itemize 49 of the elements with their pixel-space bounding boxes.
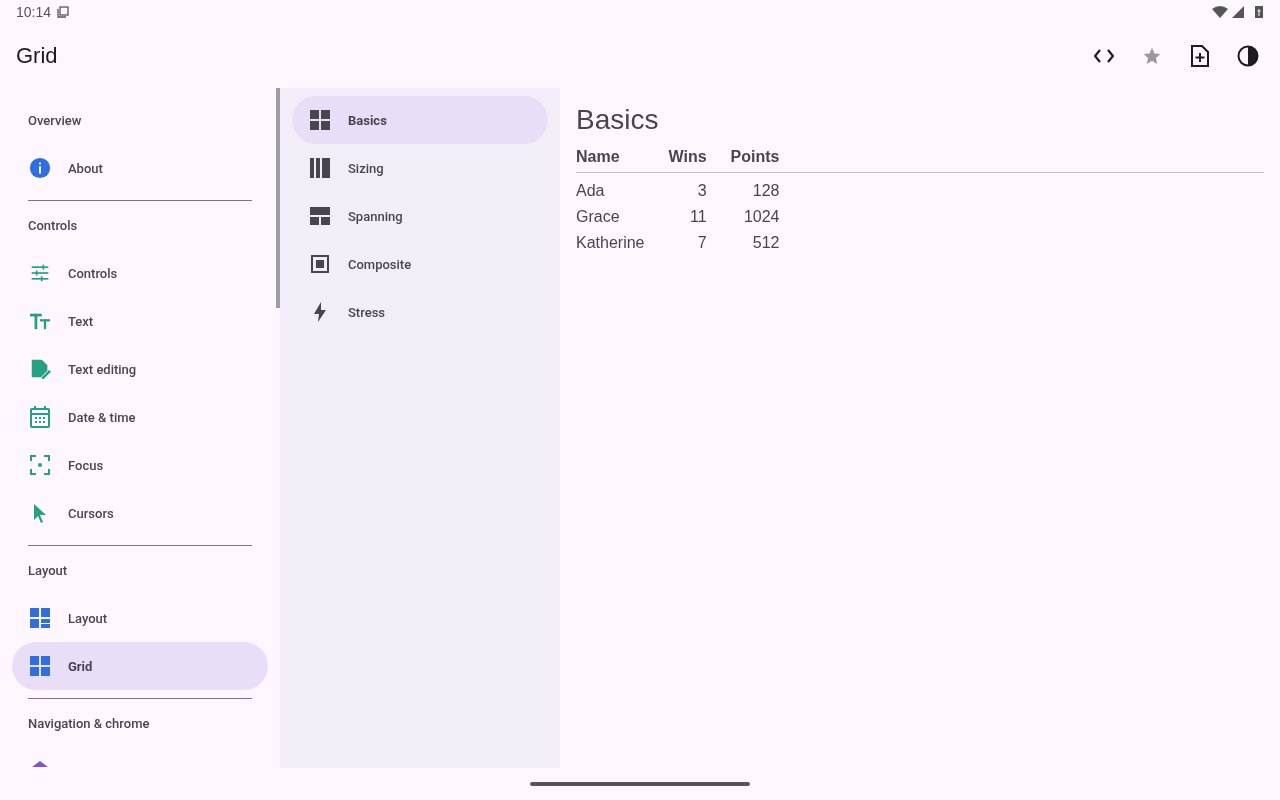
- nav-item[interactable]: Stress: [292, 288, 548, 336]
- nav-item[interactable]: Date & time: [12, 393, 268, 441]
- table-cell: 128: [706, 172, 780, 204]
- table-cell: 7: [644, 230, 707, 256]
- signal-icon: [1232, 6, 1244, 18]
- square-frame-icon: [308, 255, 332, 273]
- battery-icon: [1254, 5, 1264, 19]
- grid-icon: [308, 110, 332, 130]
- screen-icon: [57, 6, 70, 18]
- column-header: Wins: [644, 144, 707, 173]
- contrast-icon[interactable]: [1236, 44, 1260, 68]
- nav-item[interactable]: Focus: [12, 441, 268, 489]
- table-cell-text: 1024: [742, 207, 780, 227]
- focus-frame-icon: [28, 455, 52, 475]
- nav-item[interactable]: About: [12, 144, 268, 192]
- table-cell-text: Grace: [576, 207, 621, 227]
- text-size-icon: [28, 311, 52, 331]
- status-time: 10:14: [16, 4, 52, 20]
- table-cell: 3: [644, 172, 707, 204]
- wifi-icon: [1212, 6, 1228, 18]
- nav-item[interactable]: Controls: [12, 249, 268, 297]
- span-layout-icon: [308, 207, 332, 225]
- nav-item[interactable]: Basics: [292, 96, 548, 144]
- section-header: Overview: [27, 111, 83, 130]
- nav-item[interactable]: Grid: [12, 642, 268, 690]
- add-document-icon[interactable]: [1188, 44, 1212, 68]
- column-header: Name: [576, 144, 645, 173]
- column-header: Points: [706, 144, 780, 173]
- section-header: Navigation & chrome: [27, 714, 151, 733]
- nav-item[interactable]: Composite: [292, 240, 548, 288]
- nav-item[interactable]: Sizing: [292, 144, 548, 192]
- nav-item[interactable]: Layout: [12, 594, 268, 642]
- nav-item[interactable]: Spanning: [292, 192, 548, 240]
- app-title: Grid: [16, 43, 58, 69]
- nav-item[interactable]: Text: [12, 297, 268, 345]
- section-header: Layout: [27, 561, 69, 580]
- info-icon: [28, 157, 52, 179]
- page-heading: Basics: [576, 104, 660, 136]
- layout-icon: [28, 608, 52, 628]
- table-cell-text: 512: [751, 233, 780, 253]
- nav-item[interactable]: Text editing: [12, 345, 268, 393]
- nav-item[interactable]: Cursors: [12, 489, 268, 537]
- table-cell-text: Katherine: [576, 233, 645, 253]
- calendar-icon: [28, 406, 52, 428]
- columns-icon: [308, 158, 332, 178]
- table-cell-text: 11: [688, 207, 707, 227]
- table-cell: Ada: [576, 172, 645, 204]
- section-header: Controls: [27, 216, 79, 235]
- grid-icon: [28, 656, 52, 676]
